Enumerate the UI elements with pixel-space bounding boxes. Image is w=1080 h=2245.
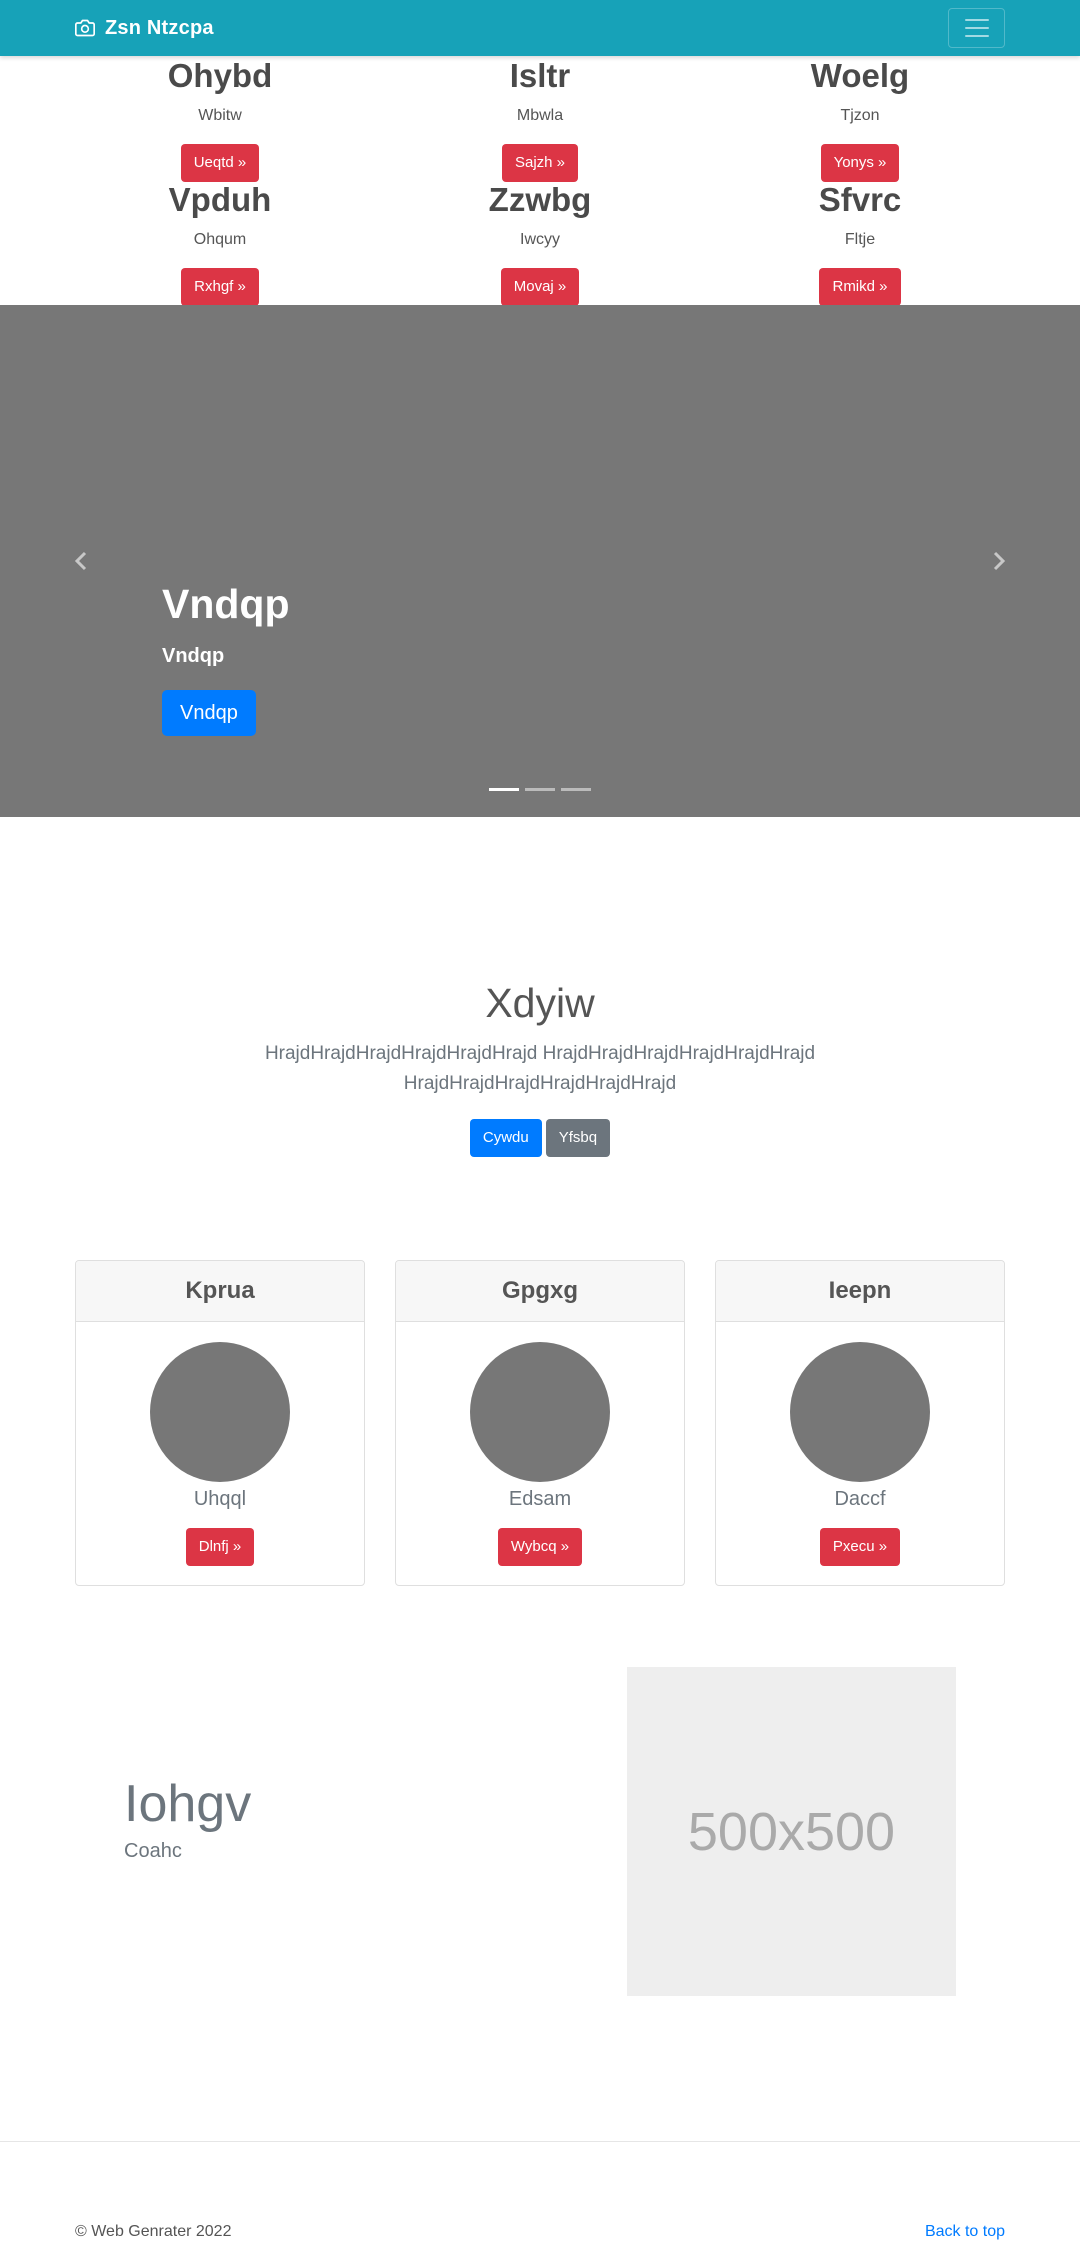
chevron-left-icon: [74, 551, 87, 571]
carousel-heading: Vndqp: [162, 581, 290, 627]
card-name: Uhqql: [193, 1488, 247, 1510]
profile-card: Gpgxg Edsam Wybcq »: [395, 1260, 685, 1586]
carousel-indicators: [489, 788, 591, 791]
carousel-next-button[interactable]: [986, 549, 1010, 573]
intro-title: Xdyiw: [485, 980, 595, 1026]
navbar-toggler-button[interactable]: [948, 8, 1005, 48]
carousel-subheading: Vndqp: [162, 645, 225, 667]
top-item-button[interactable]: Yonys »: [820, 144, 900, 182]
camera-icon: [75, 19, 95, 37]
top-item-title: Sfvrc: [818, 181, 902, 218]
top-item-title: Zzwbg: [488, 181, 592, 218]
footer-divider: [0, 2141, 1080, 2142]
hero-carousel: Vndqp Vndqp Vndqp: [0, 305, 1080, 817]
top-item-subtitle: Mbwla: [516, 107, 564, 124]
intro-section: Xdyiw HrajdHrajdHrajdHrajdHrajdHrajd Hra…: [0, 975, 1080, 1157]
intro-lead: HrajdHrajdHrajdHrajdHrajdHrajd HrajdHraj…: [264, 1043, 816, 1094]
featurette-heading: Iohgv: [124, 1775, 252, 1833]
featurette-image-placeholder: 500x500: [627, 1667, 956, 1996]
top-item-button[interactable]: Movaj »: [500, 268, 580, 306]
carousel-indicator[interactable]: [525, 788, 555, 791]
top-item: Zzwbg Iwcyy Movaj »: [395, 180, 685, 306]
profile-card: Kprua Uhqql Dlnfj »: [75, 1260, 365, 1586]
card-body: Edsam Wybcq »: [396, 1322, 684, 1566]
hamburger-icon-bar: [964, 35, 989, 37]
top-item-subtitle: Wbitw: [198, 107, 242, 124]
top-item: Woelg Tjzon Yonys »: [715, 56, 1005, 182]
avatar: [150, 1342, 290, 1482]
card-button[interactable]: Pxecu »: [819, 1528, 901, 1566]
top-item-title: Isltr: [509, 57, 571, 94]
top-item-subtitle: Tjzon: [840, 107, 880, 124]
card-name: Edsam: [508, 1488, 572, 1510]
placeholder-image-label: 500x500: [687, 1801, 896, 1862]
top-item-subtitle: Iwcyy: [520, 231, 560, 248]
top-item-button[interactable]: Sajzh »: [501, 144, 579, 182]
intro-primary-button[interactable]: Cywdu: [469, 1119, 542, 1157]
chevron-right-icon: [993, 551, 1006, 571]
carousel-indicator[interactable]: [561, 788, 591, 791]
top-item-row: Vpduh Ohqum Rxhgf » Zzwbg Iwcyy Movaj » …: [75, 180, 1005, 306]
top-item-title: Vpduh: [168, 181, 272, 218]
card-name: Daccf: [834, 1488, 886, 1510]
top-item-button[interactable]: Rmikd »: [819, 268, 901, 306]
top-item: Sfvrc Fltje Rmikd »: [715, 180, 1005, 306]
profile-card: Ieepn Daccf Pxecu »: [715, 1260, 1005, 1586]
card-header: Kprua: [76, 1261, 364, 1322]
carousel-indicator[interactable]: [489, 788, 519, 791]
brand-link[interactable]: Zsn Ntzcpa: [75, 14, 214, 42]
footer-copyright: © Web Genrater 2022: [75, 2223, 232, 2240]
back-to-top-link[interactable]: Back to top: [925, 2223, 1005, 2241]
card-header: Gpgxg: [396, 1261, 684, 1322]
featurette-text: Iohgv Coahc: [124, 1772, 251, 1864]
top-item-button[interactable]: Ueqtd »: [180, 144, 260, 182]
card-button[interactable]: Wybcq »: [497, 1528, 583, 1566]
top-item-subtitle: Fltje: [844, 231, 876, 248]
avatar: [790, 1342, 930, 1482]
top-item-button[interactable]: Rxhgf »: [181, 268, 259, 306]
navbar: Zsn Ntzcpa: [0, 0, 1080, 56]
card-button[interactable]: Dlnfj »: [185, 1528, 255, 1566]
top-item-row: Ohybd Wbitw Ueqtd » Isltr Mbwla Sajzh » …: [75, 56, 1005, 182]
card-body: Daccf Pxecu »: [716, 1322, 1004, 1566]
card-body: Uhqql Dlnfj »: [76, 1322, 364, 1566]
card-header: Ieepn: [716, 1261, 1004, 1322]
top-item-title: Ohybd: [167, 57, 273, 94]
top-item: Vpduh Ohqum Rxhgf »: [75, 180, 365, 306]
featurette-subtext: Coahc: [124, 1840, 182, 1862]
top-item: Isltr Mbwla Sajzh »: [395, 56, 685, 182]
top-item: Ohybd Wbitw Ueqtd »: [75, 56, 365, 182]
avatar: [470, 1342, 610, 1482]
top-item-title: Woelg: [810, 57, 910, 94]
carousel-prev-button[interactable]: [70, 549, 94, 573]
hamburger-icon-bar: [964, 27, 989, 29]
intro-buttons: Cywdu Yfsbq: [0, 1119, 1080, 1157]
hamburger-icon-bar: [964, 19, 989, 21]
top-item-subtitle: Ohqum: [193, 231, 247, 248]
carousel-caption: Vndqp Vndqp Vndqp: [162, 580, 290, 736]
brand-name: Zsn Ntzcpa: [105, 16, 214, 39]
intro-secondary-button[interactable]: Yfsbq: [545, 1119, 611, 1157]
carousel-cta-button[interactable]: Vndqp: [162, 690, 256, 736]
